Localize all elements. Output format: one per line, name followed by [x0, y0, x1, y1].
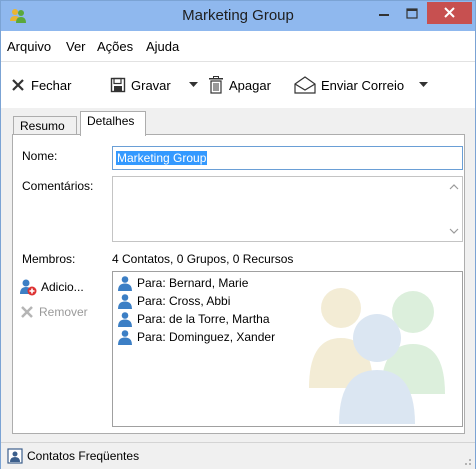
- app-window: Marketing Group Arquivo Ver Ações Ajuda …: [0, 0, 476, 469]
- member-name: Para: Dominguez, Xander: [137, 330, 276, 344]
- save-disk-icon: [110, 77, 126, 93]
- close-button-label: Fechar: [31, 77, 72, 93]
- title-bar[interactable]: Marketing Group: [1, 1, 475, 31]
- comments-field[interactable]: [112, 176, 463, 242]
- envelope-icon: [294, 76, 316, 94]
- scroll-down-icon[interactable]: [449, 227, 459, 235]
- remove-x-icon: [21, 306, 33, 318]
- status-bar: Contatos Freqüentes: [1, 442, 475, 469]
- save-button-label: Gravar: [131, 77, 171, 93]
- name-field[interactable]: Marketing Group: [112, 146, 463, 170]
- member-name: Para: de la Torre, Martha: [137, 312, 270, 326]
- contact-icon: [118, 312, 132, 327]
- send-dropdown-chevron-icon[interactable]: [419, 82, 428, 88]
- remove-member-button[interactable]: Remover: [19, 304, 88, 320]
- group-watermark-icon: [309, 288, 445, 424]
- toolbar: Fechar Gravar Apagar Enviar Correio: [1, 62, 475, 108]
- name-field-value: Marketing Group: [116, 151, 208, 165]
- list-item[interactable]: Para: Dominguez, Xander: [117, 329, 275, 345]
- list-item[interactable]: Para: de la Torre, Martha: [117, 311, 270, 327]
- list-item[interactable]: Para: Bernard, Marie: [117, 275, 248, 291]
- maximize-button[interactable]: [398, 4, 426, 24]
- close-button[interactable]: Fechar: [10, 74, 71, 96]
- add-contact-icon: [20, 279, 37, 296]
- add-member-label: Adicio...: [41, 280, 84, 294]
- menu-bar: Arquivo Ver Ações Ajuda: [1, 31, 475, 62]
- list-item[interactable]: Para: Cross, Abbi: [117, 293, 230, 309]
- contacts-book-icon: [7, 448, 23, 464]
- tab-resumo[interactable]: Resumo: [13, 116, 77, 136]
- close-window-button[interactable]: [427, 2, 472, 24]
- menu-ajuda[interactable]: Ajuda: [146, 39, 179, 54]
- contact-icon: [118, 294, 132, 309]
- member-name: Para: Bernard, Marie: [137, 276, 249, 290]
- contact-icon: [118, 330, 132, 345]
- members-summary: 4 Contatos, 0 Grupos, 0 Recursos: [112, 252, 294, 266]
- save-dropdown-chevron-icon[interactable]: [189, 82, 198, 88]
- contact-icon: [118, 276, 132, 291]
- save-button[interactable]: Gravar: [110, 74, 171, 96]
- member-name: Para: Cross, Abbi: [137, 294, 231, 308]
- menu-arquivo[interactable]: Arquivo: [7, 39, 51, 54]
- send-mail-button[interactable]: Enviar Correio: [294, 74, 404, 96]
- tab-detalhes[interactable]: Detalhes: [80, 111, 146, 136]
- frequent-contacts-label[interactable]: Contatos Freqüentes: [27, 449, 139, 463]
- resize-grip-icon[interactable]: [462, 456, 472, 466]
- members-label: Membros:: [22, 252, 76, 266]
- close-x-icon: [12, 79, 24, 91]
- add-member-button[interactable]: Adicio...: [19, 278, 84, 296]
- menu-acoes[interactable]: Ações: [97, 39, 133, 54]
- menu-ver[interactable]: Ver: [66, 39, 86, 54]
- comments-label: Comentários:: [22, 179, 94, 193]
- trash-icon: [209, 76, 223, 94]
- delete-button-label: Apagar: [229, 77, 271, 93]
- members-list[interactable]: Para: Bernard, Marie Para: Cross, Abbi P…: [112, 271, 463, 427]
- name-label: Nome:: [22, 149, 58, 163]
- delete-button[interactable]: Apagar: [208, 74, 271, 96]
- remove-member-label: Remover: [39, 305, 88, 319]
- scroll-up-icon[interactable]: [449, 183, 459, 191]
- send-mail-label: Enviar Correio: [321, 77, 405, 93]
- minimize-button[interactable]: [370, 4, 398, 24]
